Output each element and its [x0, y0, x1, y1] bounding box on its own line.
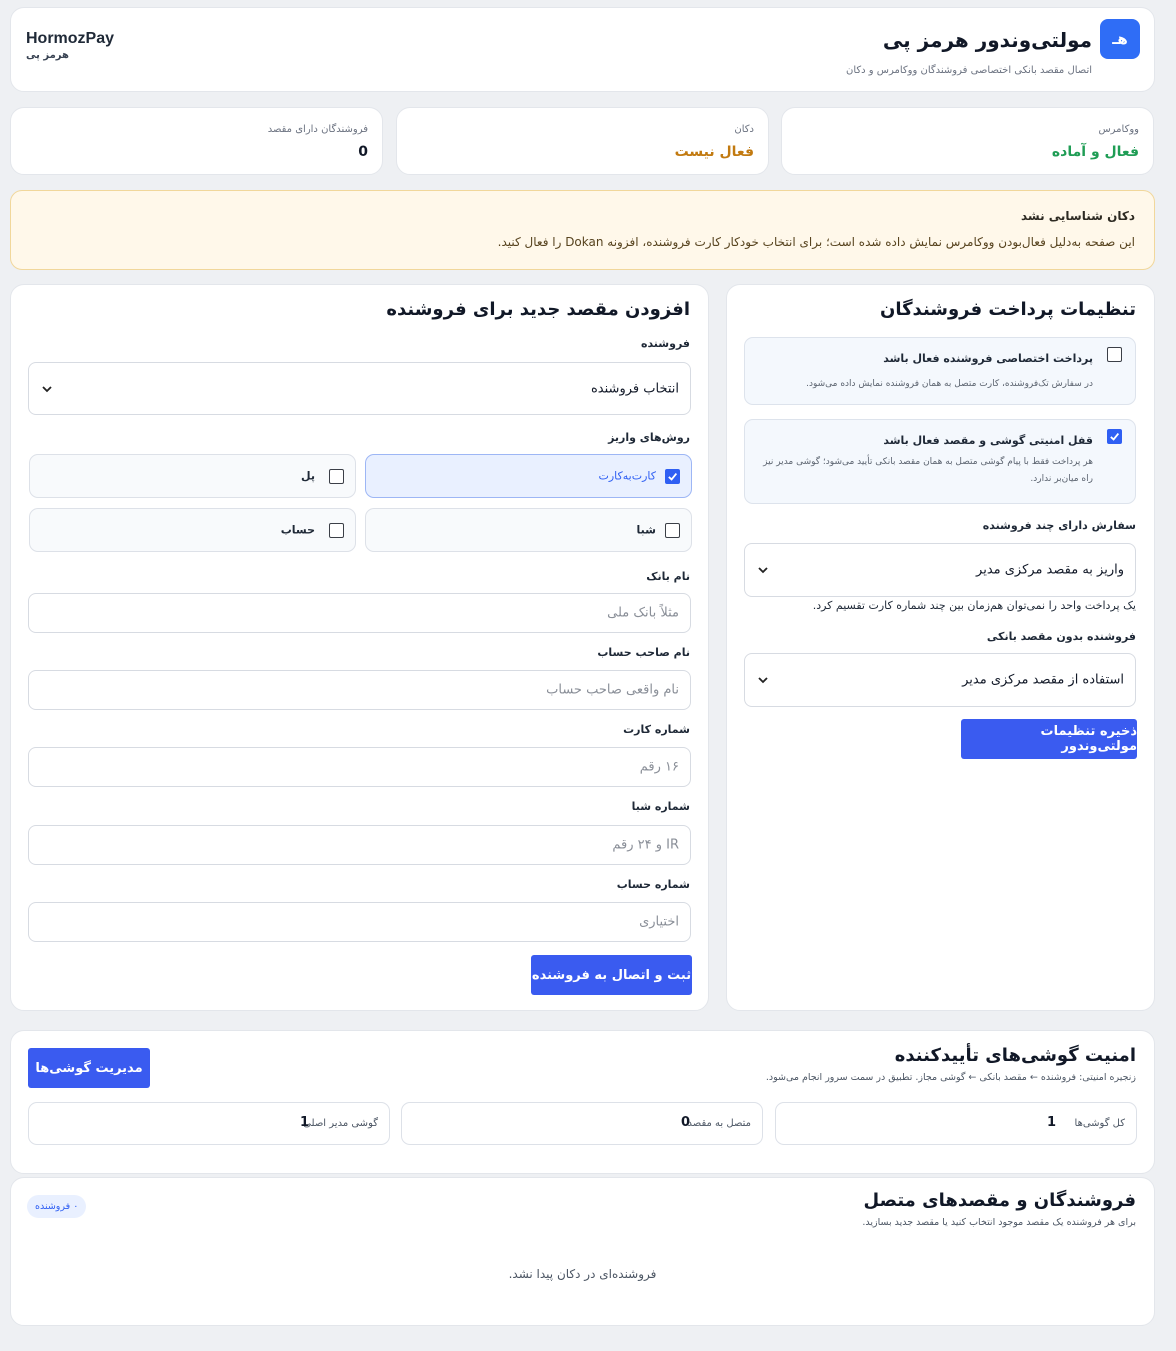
select-value: واریز به مقصد مرکزی مدیر: [976, 562, 1124, 578]
connected-vendors-panel: فروشندگان و مقصدهای متصل برای هر فروشنده…: [10, 1177, 1155, 1326]
stat-dokan: دکان فعال نیست: [396, 107, 769, 175]
select-value: استفاده از مقصد مرکزی مدیر: [962, 672, 1124, 688]
settings-title: تنظیمات پرداخت فروشندگان: [879, 299, 1136, 320]
account-number-label: شماره حساب: [616, 878, 690, 891]
stat-value: فعال نیست: [674, 144, 754, 160]
method-label: پل: [301, 469, 315, 483]
method-label: کارت‌به‌کارت: [598, 469, 656, 483]
account-checkbox[interactable]: [329, 523, 344, 538]
account-holder-label: نام صاحب حساب: [597, 646, 690, 659]
account-number-input[interactable]: اختیاری: [28, 902, 691, 942]
method-label: حساب: [280, 523, 315, 537]
vendor-payment-settings-panel: تنظیمات پرداخت فروشندگان پرداخت اختصاصی …: [726, 284, 1155, 1011]
security-lock-checkbox[interactable]: [1107, 429, 1122, 444]
stat-admin-phones: گوشی مدیر اصلی 1: [28, 1102, 390, 1145]
stat-label: دکان: [734, 124, 754, 135]
stat-woocommerce: ووکامرس فعال و آماده: [781, 107, 1154, 175]
sheba-number-input[interactable]: IR و ۲۴ رقم: [28, 825, 691, 865]
security-subtitle: زنجیره امنیتی: فروشنده ← مقصد بانکی ← گو…: [765, 1072, 1136, 1083]
stat-label: ووکامرس: [1098, 124, 1139, 135]
empty-state-message: فروشنده‌ای در دکان پیدا نشد.: [508, 1267, 657, 1281]
save-settings-button[interactable]: ذخیره تنظیمات مولتی‌وندور: [961, 719, 1137, 759]
stat-label: گوشی مدیر اصلی: [303, 1118, 378, 1129]
stat-total-phones: کل گوشی‌ها 1: [775, 1102, 1137, 1145]
page-header: هـ مولتی‌وندور هرمز پی اتصال مقصد بانکی …: [10, 7, 1155, 92]
option-description: هر پرداخت فقط با پیام گوشی متصل به همان …: [763, 457, 1093, 484]
stat-label: متصل به مقصد: [687, 1118, 751, 1129]
card-number-label: شماره کارت: [623, 723, 690, 736]
stat-value: 1: [299, 1115, 309, 1130]
dokan-warning-notice: دکان شناسایی نشد این صفحه به‌دلیل فعال‌ب…: [10, 190, 1155, 270]
stat-value: 0: [680, 1115, 690, 1130]
vendors-title: فروشندگان و مقصدهای متصل: [863, 1190, 1136, 1211]
stat-vendors-with-destination: فروشندگان دارای مقصد 0: [10, 107, 383, 175]
add-destination-panel: افزودن مقصد جدید برای فروشنده فروشنده ان…: [10, 284, 709, 1011]
page-subtitle: اتصال مقصد بانکی اختصاصی فروشندگان ووکام…: [845, 65, 1092, 76]
vendor-count-badge: ۰ فروشنده: [27, 1195, 87, 1218]
vendor-select[interactable]: انتخاب فروشنده: [28, 362, 691, 415]
phone-security-panel: امنیت گوشی‌های تأییدکننده زنجیره امنیتی:…: [10, 1030, 1155, 1174]
card-to-card-checkbox[interactable]: [665, 469, 680, 484]
option-description: در سفارش تک‌فروشنده، کارت متصل به همان ف…: [806, 379, 1093, 389]
vendor-label: فروشنده: [640, 337, 690, 350]
method-account[interactable]: حساب: [29, 508, 356, 552]
page-title: مولتی‌وندور هرمز پی: [882, 28, 1092, 52]
method-pol[interactable]: پل: [29, 454, 356, 498]
plugin-logo: هـ: [1100, 19, 1140, 59]
pol-checkbox[interactable]: [329, 469, 344, 484]
method-card-to-card[interactable]: کارت‌به‌کارت: [365, 454, 692, 498]
warning-text: این صفحه به‌دلیل فعال‌بودن ووکامرس نمایش…: [497, 235, 1135, 249]
chevron-down-icon: [758, 677, 768, 684]
method-label: شبا: [636, 523, 656, 537]
bank-name-input[interactable]: مثلاً بانک ملی: [28, 593, 691, 633]
manage-phones-button[interactable]: مدیریت گوشی‌ها: [28, 1048, 150, 1088]
no-destination-label: فروشنده بدون مقصد بانکی: [986, 630, 1136, 643]
dedicated-payment-checkbox[interactable]: [1107, 347, 1122, 362]
add-destination-title: افزودن مقصد جدید برای فروشنده: [386, 299, 690, 320]
chevron-down-icon: [42, 385, 52, 392]
chevron-down-icon: [758, 567, 768, 574]
security-title: امنیت گوشی‌های تأییدکننده: [894, 1045, 1136, 1066]
multi-vendor-label: سفارش دارای چند فروشنده: [982, 519, 1136, 532]
input-placeholder: IR و ۲۴ رقم: [612, 837, 679, 853]
logo-letter: هـ: [1112, 30, 1128, 48]
check-icon: [668, 472, 678, 481]
stat-value: 0: [358, 144, 368, 160]
no-destination-select[interactable]: استفاده از مقصد مرکزی مدیر: [744, 653, 1136, 707]
submit-destination-button[interactable]: ثبت و اتصال به فروشنده: [531, 955, 692, 995]
check-icon: [1110, 432, 1120, 441]
brand-name: HormozPay: [26, 30, 115, 47]
warning-title: دکان شناسایی نشد: [1020, 209, 1135, 223]
input-placeholder: اختیاری: [639, 914, 679, 930]
multi-vendor-help: یک پرداخت واحد را نمی‌توان هم‌زمان بین چ…: [812, 599, 1136, 612]
sheba-checkbox[interactable]: [665, 523, 680, 538]
option-vendor-dedicated-payment[interactable]: پرداخت اختصاصی فروشنده فعال باشد در سفار…: [744, 337, 1136, 405]
input-placeholder: نام واقعی صاحب حساب: [546, 682, 679, 698]
brand-subtitle: هرمز پی: [26, 50, 69, 61]
methods-label: روش‌های واریز: [608, 431, 690, 444]
multi-vendor-select[interactable]: واریز به مقصد مرکزی مدیر: [744, 543, 1136, 597]
stat-label: فروشندگان دارای مقصد: [267, 124, 368, 135]
bank-name-label: نام بانک: [646, 570, 690, 583]
option-title: پرداخت اختصاصی فروشنده فعال باشد: [883, 352, 1093, 365]
input-placeholder: مثلاً بانک ملی: [607, 605, 679, 621]
sheba-number-label: شماره شبا: [631, 800, 690, 813]
vendors-subtitle: برای هر فروشنده یک مقصد موجود انتخاب کنی…: [862, 1217, 1136, 1228]
stat-label: کل گوشی‌ها: [1074, 1118, 1125, 1129]
option-phone-security-lock[interactable]: قفل امنیتی گوشی و مقصد فعال باشد هر پردا…: [744, 419, 1136, 504]
brand-block: HormozPay هرمز پی: [26, 30, 114, 61]
stat-connected-phones: متصل به مقصد 0: [401, 1102, 763, 1145]
input-placeholder: ۱۶ رقم: [639, 759, 679, 775]
stat-value: فعال و آماده: [1051, 144, 1139, 160]
select-value: انتخاب فروشنده: [591, 381, 679, 396]
card-number-input[interactable]: ۱۶ رقم: [28, 747, 691, 787]
stat-value: 1: [1046, 1115, 1056, 1130]
option-title: قفل امنیتی گوشی و مقصد فعال باشد: [883, 434, 1093, 447]
method-sheba[interactable]: شبا: [365, 508, 692, 552]
account-holder-input[interactable]: نام واقعی صاحب حساب: [28, 670, 691, 710]
